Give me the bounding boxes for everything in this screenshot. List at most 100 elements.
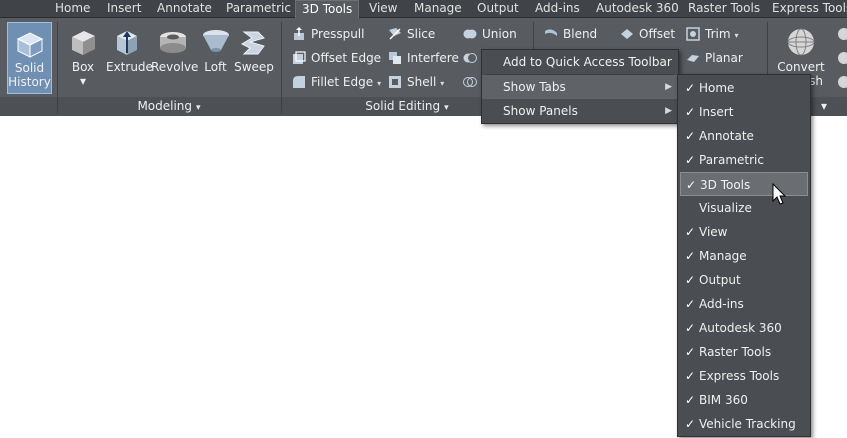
tab-output[interactable]: Output: [471, 0, 525, 18]
submenu-item-label: 3D Tools: [700, 178, 751, 192]
tab-add-ins[interactable]: Add-ins: [529, 0, 586, 18]
submenu-item-manage[interactable]: ✓ Manage: [678, 244, 810, 268]
menu-item-show-tabs[interactable]: Show Tabs ▶: [482, 75, 678, 99]
submenu-item-label: Express Tools: [699, 369, 780, 383]
interfere-button[interactable]: Interfere: [386, 48, 459, 68]
trim-label: Trim: [705, 27, 731, 41]
union-icon: [463, 27, 477, 41]
submenu-item-label: Parametric: [699, 153, 764, 167]
submenu-item-label: Manage: [699, 249, 747, 263]
shell-icon: [388, 75, 402, 89]
shell-dropdown-icon[interactable]: ▾: [440, 79, 444, 88]
subtract-icon: [463, 51, 477, 65]
box-button[interactable]: Box ▾: [64, 22, 102, 94]
box-label: Box: [71, 60, 95, 74]
mesh-globe-icon: [837, 51, 847, 65]
trim-button[interactable]: Trim ▾: [684, 24, 739, 44]
tab-raster-tools[interactable]: Raster Tools: [682, 0, 766, 18]
submenu-item-home[interactable]: ✓ Home: [678, 76, 810, 100]
submenu-item-label: View: [699, 225, 728, 239]
box-dropdown-arrow-icon[interactable]: ▾: [64, 74, 102, 88]
shell-label: Shell: [407, 75, 437, 89]
slice-button[interactable]: Slice: [386, 24, 435, 44]
menu-item-add-to-quick-access-toolbar[interactable]: Add to Quick Access Toolbar: [482, 50, 678, 74]
submenu-item-visualize[interactable]: Visualize: [678, 196, 810, 220]
solid-history-label-line1: Solid: [14, 61, 45, 75]
presspull-button[interactable]: Presspull: [290, 24, 364, 44]
revolve-button[interactable]: Revolve: [151, 22, 198, 94]
interfere-label: Interfere: [407, 51, 459, 65]
submenu-item-output[interactable]: ✓ Output: [678, 268, 810, 292]
sweep-button[interactable]: Sweep: [234, 22, 274, 94]
presspull-label: Presspull: [311, 27, 365, 41]
submenu-item-label: BIM 360: [699, 393, 748, 407]
offset-edge-button[interactable]: Offset Edge: [290, 48, 381, 68]
intersect-button[interactable]: [461, 72, 482, 92]
checkmark-icon: ✓: [685, 393, 696, 407]
menu-item-label: Show Panels: [503, 104, 578, 118]
submenu-item-3d-tools[interactable]: ✓ 3D Tools: [680, 172, 808, 196]
modeling-panel-title-text: Modeling: [137, 99, 193, 113]
union-button[interactable]: Union: [461, 24, 517, 44]
tab-view[interactable]: View: [363, 0, 403, 18]
mouse-cursor-icon: [772, 182, 788, 207]
extrude-button[interactable]: Extrude: [106, 22, 153, 94]
tab-parametric[interactable]: Parametric: [220, 0, 297, 18]
submenu-item-label: Visualize: [699, 201, 752, 215]
ribbon-tab-bar: Home Insert Annotate Parametric 3D Tools…: [0, 0, 847, 19]
submenu-item-parametric[interactable]: ✓ Parametric: [678, 148, 810, 172]
submenu-item-express-tools[interactable]: ✓ Express Tools: [678, 364, 810, 388]
tab-express-tools[interactable]: Express Tools: [766, 0, 847, 18]
blend-icon: [544, 27, 558, 41]
mesh-panel-expand-icon[interactable]: ▾: [812, 97, 836, 115]
modeling-panel-title[interactable]: Modeling ▾: [57, 97, 281, 115]
fillet-edge-dropdown-icon[interactable]: ▾: [377, 79, 381, 88]
sweep-label: Sweep: [234, 60, 274, 74]
tab-annotate[interactable]: Annotate: [151, 0, 218, 18]
offset-edge-label: Offset Edge: [311, 51, 382, 65]
submenu-item-autodesk-360[interactable]: ✓ Autodesk 360: [678, 316, 810, 340]
tab-home[interactable]: Home: [49, 0, 96, 18]
submenu-item-label: Raster Tools: [699, 345, 772, 359]
mesh-small-button-3[interactable]: [835, 72, 847, 92]
submenu-item-insert[interactable]: ✓ Insert: [678, 100, 810, 124]
offset-icon: [620, 27, 634, 41]
mesh-small-button-1[interactable]: [835, 24, 847, 44]
solid-history-button[interactable]: Solid History: [7, 22, 52, 94]
convert-mesh-icon: [785, 26, 817, 58]
fillet-edge-button[interactable]: Fillet Edge ▾: [290, 72, 381, 92]
extrude-icon: [111, 26, 143, 58]
submenu-item-label: Autodesk 360: [699, 321, 782, 335]
menu-item-show-panels[interactable]: Show Panels ▶: [482, 99, 678, 123]
blend-button[interactable]: Blend: [542, 24, 597, 44]
tab-manage[interactable]: Manage: [408, 0, 468, 18]
offset-button[interactable]: Offset: [618, 24, 675, 44]
tab-autodesk-360[interactable]: Autodesk 360: [590, 0, 685, 18]
trim-dropdown-icon[interactable]: ▾: [735, 31, 739, 40]
submenu-arrow-icon: ▶: [665, 106, 672, 116]
submenu-item-add-ins[interactable]: ✓ Add-ins: [678, 292, 810, 316]
checkmark-icon: ✓: [685, 105, 696, 119]
checkmark-icon: ✓: [685, 321, 696, 335]
trim-icon: [686, 27, 700, 41]
submenu-item-label: Insert: [699, 105, 734, 119]
submenu-item-raster-tools[interactable]: ✓ Raster Tools: [678, 340, 810, 364]
submenu-item-annotate[interactable]: ✓ Annotate: [678, 124, 810, 148]
shell-button[interactable]: Shell ▾: [386, 72, 444, 92]
mesh-small-button-2[interactable]: [835, 48, 847, 68]
loft-button[interactable]: Loft: [199, 22, 232, 94]
planar-button[interactable]: Planar: [684, 48, 743, 68]
loft-icon: [200, 26, 232, 58]
fillet-edge-label: Fillet Edge: [311, 75, 374, 89]
submenu-item-vehicle-tracking[interactable]: ✓ Vehicle Tracking: [678, 412, 810, 436]
submenu-item-view[interactable]: ✓ View: [678, 220, 810, 244]
checkmark-icon: ✓: [685, 81, 696, 95]
submenu-item-bim-360[interactable]: ✓ BIM 360: [678, 388, 810, 412]
revolve-icon: [157, 26, 189, 58]
checkmark-icon: ✓: [685, 345, 696, 359]
tab-3d-tools[interactable]: 3D Tools: [295, 0, 360, 19]
subtract-button[interactable]: [461, 48, 482, 68]
tab-insert[interactable]: Insert: [101, 0, 147, 18]
convert-label: Convert: [777, 60, 825, 74]
offset-edge-icon: [292, 51, 306, 65]
